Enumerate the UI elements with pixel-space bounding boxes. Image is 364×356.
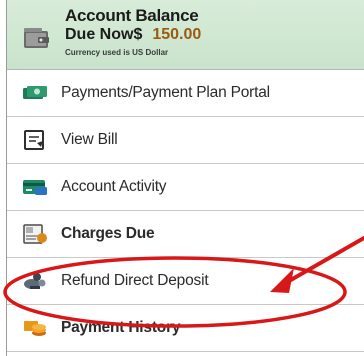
account-balance-header: Account Balance Due Now$ 150.00 Currency … [7, 0, 364, 70]
money-icon [21, 82, 49, 104]
menu-item-label: Refund Direct Deposit [61, 272, 209, 289]
menu-item-payment-history[interactable]: Payment History [7, 305, 364, 352]
coins-icon [21, 317, 49, 339]
menu-item-view-bill[interactable]: View Bill [7, 117, 364, 164]
currency-note: Currency used is US Dollar [65, 48, 169, 57]
bill-icon [21, 129, 49, 151]
menu-item-payments-portal[interactable]: Payments/Payment Plan Portal [7, 70, 364, 117]
menu-item-label: Payment History [61, 319, 181, 336]
wallet-icon [22, 26, 52, 52]
account-balance-title: Account Balance [65, 6, 199, 25]
account-menu: Payments/Payment Plan Portal View Bill A… [7, 70, 364, 352]
deposit-icon [21, 270, 49, 292]
menu-item-refund-direct-deposit[interactable]: Refund Direct Deposit [7, 258, 364, 305]
menu-item-label: Account Activity [61, 178, 167, 195]
menu-item-account-activity[interactable]: Account Activity [7, 164, 364, 211]
menu-item-label: View Bill [61, 131, 118, 148]
credit-card-icon [21, 176, 49, 198]
menu-item-charges-due[interactable]: Charges Due [7, 211, 364, 258]
due-now-row: Due Now$ 150.00 [65, 26, 201, 44]
menu-item-label: Payments/Payment Plan Portal [61, 84, 270, 101]
account-panel: Account Balance Due Now$ 150.00 Currency … [6, 0, 364, 356]
menu-item-label: Charges Due [61, 225, 155, 242]
due-now-label: Due Now$ [65, 26, 143, 43]
invoice-icon [21, 223, 49, 245]
due-now-amount: 150.00 [152, 26, 202, 43]
